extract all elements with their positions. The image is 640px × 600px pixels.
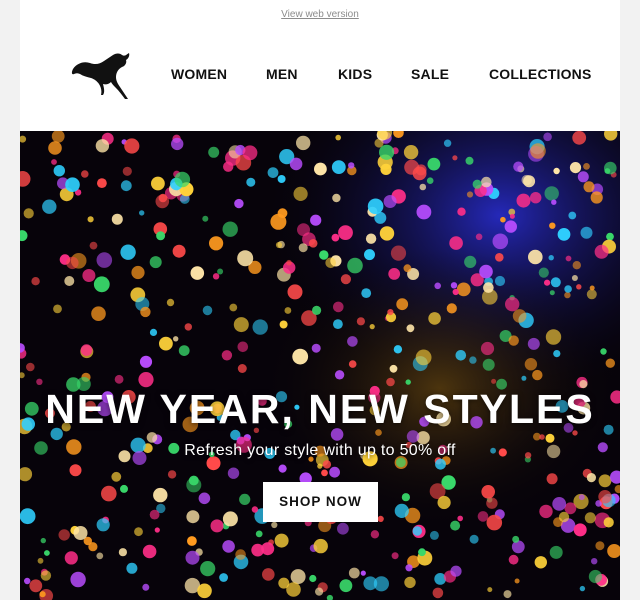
puma-logo-icon[interactable] [70, 51, 134, 101]
shop-now-button[interactable]: SHOP NOW [263, 482, 378, 522]
nav-collections[interactable]: COLLECTIONS [489, 66, 592, 82]
puma-cat-icon [71, 53, 130, 99]
nav-men[interactable]: MEN [266, 66, 298, 82]
nav-kids[interactable]: KIDS [338, 66, 372, 82]
email-container: View web version WOMEN MEN KIDS SALE COL… [20, 0, 620, 600]
nav-women[interactable]: WOMEN [171, 66, 227, 82]
bokeh-lights-image [20, 131, 620, 600]
nav-sale[interactable]: SALE [411, 66, 449, 82]
hero-subtitle: Refresh your style with up to 50% off [184, 442, 456, 459]
hero-banner[interactable]: NEW YEAR, NEW STYLES Refresh your style … [20, 131, 620, 600]
hero-title: NEW YEAR, NEW STYLES [45, 386, 595, 432]
view-web-version-link[interactable]: View web version [20, 9, 620, 20]
